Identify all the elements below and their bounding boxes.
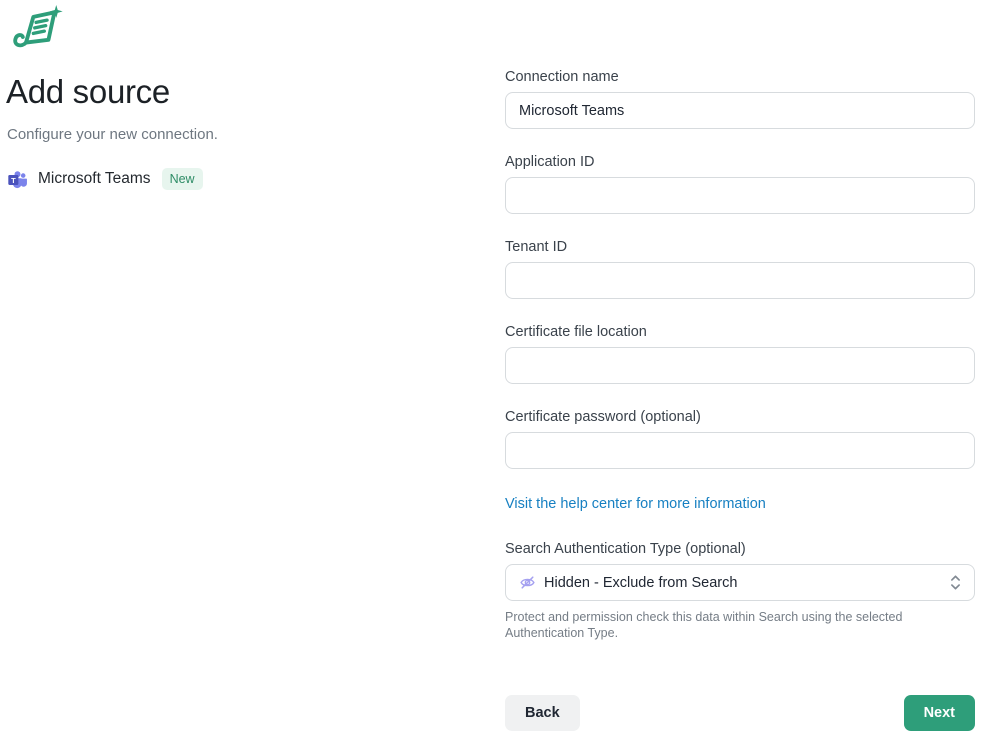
application-id-input[interactable]: [505, 177, 975, 214]
field-certificate-file-location: Certificate file location: [505, 322, 975, 384]
auth-type-selected-value: Hidden - Exclude from Search: [544, 575, 737, 591]
field-auth-type: Search Authentication Type (optional) Hi…: [505, 539, 975, 641]
field-tenant-id: Tenant ID: [505, 237, 975, 299]
field-application-id: Application ID: [505, 152, 975, 214]
svg-text:T: T: [11, 175, 16, 184]
auth-type-label: Search Authentication Type (optional): [505, 539, 975, 559]
left-panel: Add source Configure your new connection…: [0, 0, 470, 190]
eye-off-icon: [519, 574, 536, 591]
tenant-id-label: Tenant ID: [505, 237, 975, 257]
back-button[interactable]: Back: [505, 695, 580, 731]
microsoft-teams-icon: T: [7, 169, 28, 190]
certificate-file-location-input[interactable]: [505, 347, 975, 384]
form-actions: Back Next: [505, 695, 975, 731]
page-subtitle: Configure your new connection.: [7, 125, 470, 145]
application-id-label: Application ID: [505, 152, 975, 172]
new-badge: New: [162, 168, 203, 190]
field-connection-name: Connection name: [505, 67, 975, 129]
selected-source-row: T Microsoft Teams New: [7, 168, 470, 190]
auth-type-select[interactable]: Hidden - Exclude from Search: [505, 564, 975, 601]
tenant-id-input[interactable]: [505, 262, 975, 299]
next-button[interactable]: Next: [904, 695, 975, 731]
chevron-up-down-icon: [950, 574, 961, 591]
connection-form: Connection name Application ID Tenant ID…: [505, 67, 975, 731]
certificate-password-input[interactable]: [505, 432, 975, 469]
auth-type-helper-text: Protect and permission check this data w…: [505, 609, 940, 641]
brand-logo-icon: [9, 5, 65, 49]
certificate-password-label: Certificate password (optional): [505, 407, 975, 427]
add-source-page: Add source Configure your new connection…: [0, 0, 985, 739]
field-certificate-password: Certificate password (optional): [505, 407, 975, 469]
certificate-file-location-label: Certificate file location: [505, 322, 975, 342]
page-title: Add source: [6, 72, 470, 112]
source-name: Microsoft Teams: [38, 170, 151, 188]
connection-name-input[interactable]: [505, 92, 975, 129]
help-center-link[interactable]: Visit the help center for more informati…: [505, 494, 766, 514]
connection-name-label: Connection name: [505, 67, 975, 87]
